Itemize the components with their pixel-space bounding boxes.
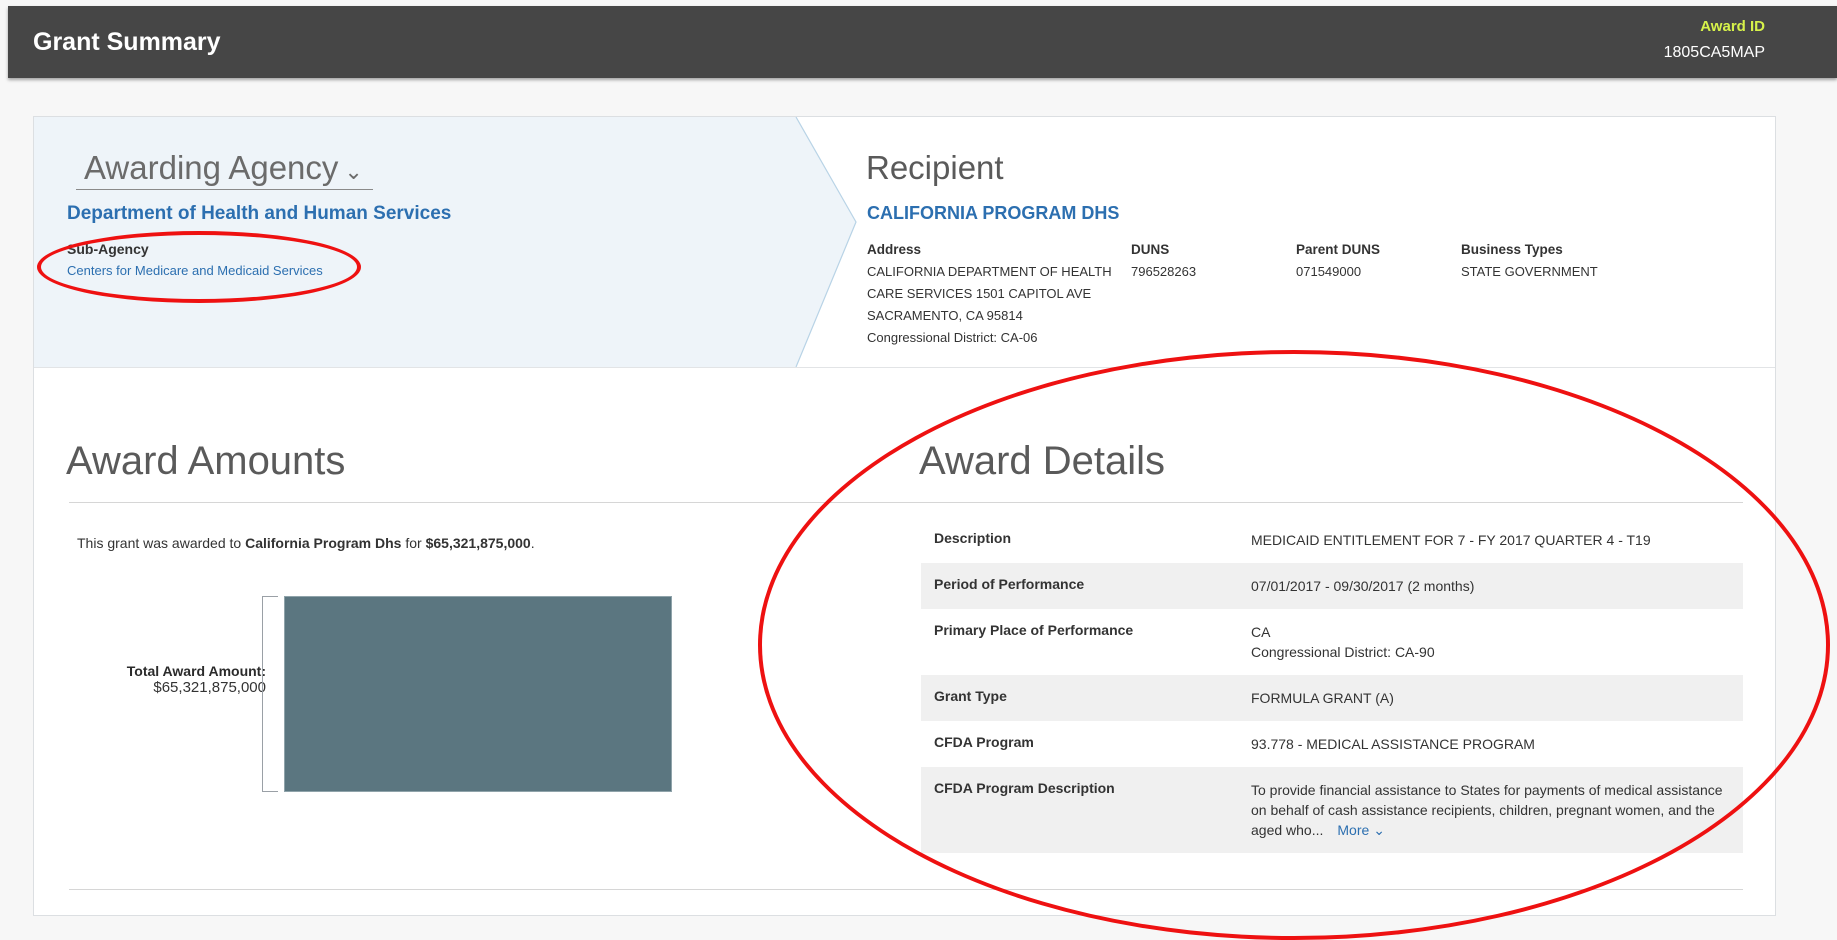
duns-value: 796528263 xyxy=(1131,264,1197,279)
recipient-duns: DUNS 796528263 xyxy=(1131,239,1196,283)
award-amounts-rule xyxy=(69,502,923,503)
bar-axis-tick-bottom xyxy=(262,791,278,792)
bar-axis xyxy=(262,596,263,792)
award-amounts-bottom-rule xyxy=(69,889,923,890)
address-line: Congressional District: CA-06 xyxy=(867,330,1038,345)
annotation-circle-sub-agency xyxy=(37,231,361,303)
agency-name-link[interactable]: Department of Health and Human Services xyxy=(67,203,451,225)
annotation-circle-award-details xyxy=(758,350,1830,940)
recipient-heading: Recipient xyxy=(866,149,1004,186)
recipient-address: Address CALIFORNIA DEPARTMENT OF HEALTH … xyxy=(867,239,1112,349)
sentence-suffix: . xyxy=(530,535,535,551)
business-types-value: STATE GOVERNMENT xyxy=(1461,264,1598,279)
total-award-heading: Total Award Amount: xyxy=(126,663,266,679)
total-award-value: $65,321,875,000 xyxy=(153,679,266,696)
bar-axis-tick-top xyxy=(262,596,278,597)
address-line: CALIFORNIA DEPARTMENT OF HEALTH xyxy=(867,264,1112,279)
sentence-prefix: This grant was awarded to xyxy=(77,535,246,551)
chevron-down-icon: ⌄ xyxy=(344,159,363,184)
sentence-amount: $65,321,875,000 xyxy=(425,535,531,551)
award-amounts-heading: Award Amounts xyxy=(66,439,346,483)
total-award-bar xyxy=(284,596,672,792)
award-id-value: 1805CA5MAP xyxy=(1663,44,1765,61)
recipient-business-types: Business Types STATE GOVERNMENT xyxy=(1461,239,1598,283)
award-sentence: This grant was awarded to California Pro… xyxy=(77,535,535,551)
sentence-recipient: California Program Dhs xyxy=(245,535,402,551)
business-types-label: Business Types xyxy=(1461,242,1563,257)
page-title: Grant Summary xyxy=(33,28,221,56)
total-award-label: Total Award Amount: $65,321,875,000 xyxy=(85,663,266,696)
top-bar: Grant Summary Award ID 1805CA5MAP xyxy=(8,6,1837,78)
address-line: SACRAMENTO, CA 95814 xyxy=(867,308,1023,323)
sentence-mid: for xyxy=(401,535,426,551)
recipient-name-link[interactable]: CALIFORNIA PROGRAM DHS xyxy=(867,203,1119,224)
address-label: Address xyxy=(867,242,922,257)
recipient-parent-duns: Parent DUNS 071549000 xyxy=(1296,239,1380,283)
awarding-agency-dropdown[interactable]: Awarding Agency ⌄ xyxy=(76,149,373,190)
section-divider xyxy=(34,367,1775,368)
parent-duns-value: 071549000 xyxy=(1296,264,1362,279)
awarding-agency-heading: Awarding Agency xyxy=(84,149,339,186)
agency-panel: Awarding Agency ⌄ Department of Health an… xyxy=(34,117,857,368)
award-id-label: Award ID xyxy=(1700,18,1765,35)
parent-duns-label: Parent DUNS xyxy=(1296,242,1381,257)
address-line: CARE SERVICES 1501 CAPITOL AVE xyxy=(867,286,1092,301)
duns-label: DUNS xyxy=(1131,242,1170,257)
